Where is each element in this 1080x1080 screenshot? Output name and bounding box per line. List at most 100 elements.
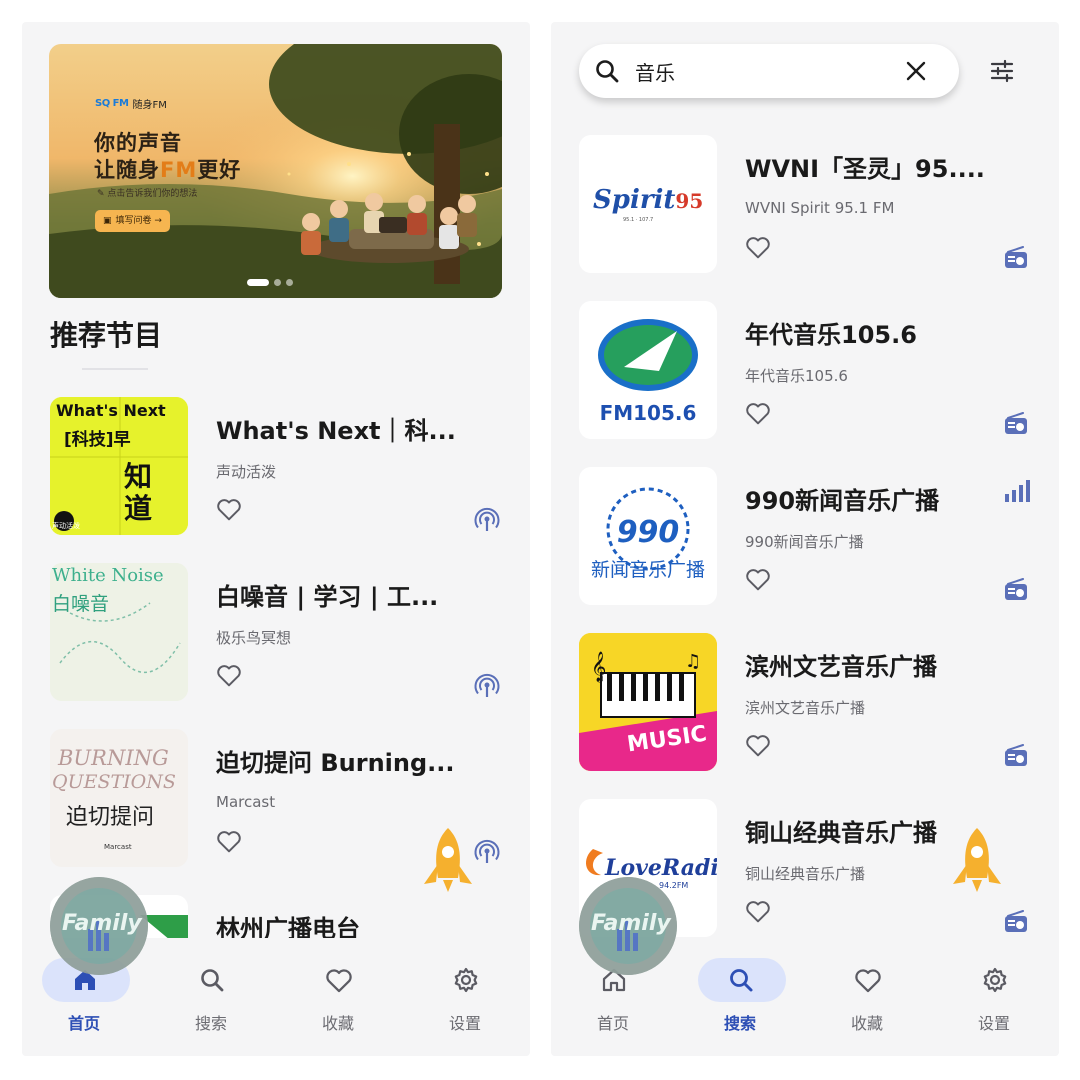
heart-icon: [217, 831, 241, 853]
cover-text: 新闻音乐广播: [590, 559, 705, 581]
podcast-icon: [474, 507, 500, 531]
banner-subtitle: ✎ 点击告诉我们你的想法: [97, 186, 197, 199]
cover-text: [科技]早: [64, 430, 131, 450]
cover-badge: 声动活泼: [52, 522, 80, 530]
radio-icon: [1005, 910, 1027, 932]
svg-text:𝄞: 𝄞: [591, 651, 606, 683]
nav-label: 首页: [596, 1014, 629, 1033]
section-divider: [82, 368, 148, 370]
item-title: 白噪音 | 学习 | 工...: [216, 583, 439, 611]
podcast-icon: [474, 673, 500, 697]
list-item[interactable]: 990 新闻音乐广播 990新闻音乐广播 990新闻音乐广播: [579, 467, 1039, 607]
svg-text:♫: ♫: [685, 651, 701, 672]
nav-favorites[interactable]: 收藏: [288, 952, 388, 1042]
favorite-button[interactable]: [741, 895, 775, 927]
item-title: What's Next｜科...: [216, 417, 456, 445]
carousel-dot[interactable]: [286, 279, 293, 286]
heart-icon: [217, 665, 241, 687]
carousel-dot-active[interactable]: [247, 279, 269, 286]
nav-search[interactable]: 搜索: [690, 952, 790, 1042]
nav-label: 设置: [977, 1014, 1010, 1033]
favorite-button[interactable]: [212, 825, 246, 857]
carousel-indicator[interactable]: [247, 279, 293, 286]
station-cover: Spirit95 95.1 · 107.7: [579, 135, 717, 273]
rocket-icon[interactable]: [947, 826, 1007, 896]
list-item[interactable]: 𝄞 ♫ MUSIC 滨州文艺音乐广播 滨州文艺音乐广播: [579, 633, 1039, 773]
cover-text: FM105.6: [599, 401, 697, 425]
avatar-text: Family: [591, 911, 671, 936]
rocket-icon[interactable]: [418, 826, 478, 896]
cover-text: Spirit95: [593, 185, 703, 215]
favorite-button[interactable]: [212, 493, 246, 525]
cover-text: QUESTIONS: [52, 771, 176, 793]
item-subtitle: 滨州文艺音乐广播: [745, 699, 866, 717]
survey-button[interactable]: ▣ 填写问卷 →: [95, 210, 170, 232]
search-bar[interactable]: [579, 44, 959, 98]
favorite-button[interactable]: [741, 231, 775, 263]
pen-icon: ✎: [97, 189, 105, 199]
item-subtitle: WVNI Spirit 95.1 FM: [745, 199, 895, 217]
banner-title-highlight: FM: [160, 158, 198, 182]
banner-title-line2: 让随身FM更好: [94, 157, 241, 184]
cover-text: What's Next: [56, 401, 166, 420]
nav-settings[interactable]: 设置: [415, 952, 515, 1042]
carousel-dot[interactable]: [274, 279, 281, 286]
nav-label: 搜索: [194, 1014, 227, 1033]
banner-subtitle-text: 点击告诉我们你的想法: [107, 189, 198, 199]
item-title: 迫切提问 Burning...: [216, 749, 455, 777]
promo-banner[interactable]: SQ FM 随身FM 你的声音 让随身FM更好 ✎ 点击告诉我们你的想法 ▣ 填…: [49, 44, 502, 298]
item-title: 年代音乐105.6: [745, 321, 917, 349]
search-icon: [596, 60, 619, 83]
list-item[interactable]: White Noise 白噪音 白噪音 | 学习 | 工... 极乐鸟冥想: [50, 563, 510, 703]
gear-icon: [983, 967, 1007, 993]
heart-icon: [746, 901, 770, 923]
mini-player-avatar[interactable]: Family: [579, 877, 677, 975]
station-cover: FM105.6: [579, 301, 717, 439]
favorite-button[interactable]: [741, 729, 775, 761]
item-title: 990新闻音乐广播: [745, 487, 940, 515]
banner-title-post: 更好: [197, 158, 242, 182]
nav-settings[interactable]: 设置: [944, 952, 1044, 1042]
radio-icon: [1005, 744, 1027, 766]
cover-text: 迫切提问: [66, 805, 155, 830]
cover-text: White Noise: [52, 565, 164, 586]
item-subtitle: 声动活泼: [216, 463, 277, 481]
cover-text-main: Spirit: [593, 185, 676, 215]
section-title: 推荐节目: [50, 319, 163, 352]
podcast-cover: White Noise 白噪音: [50, 563, 188, 701]
cover-text-number: 95: [675, 189, 704, 213]
search-screen: Spirit95 95.1 · 107.7 WVNI「圣灵」95.... WVN…: [551, 22, 1059, 1056]
sqfm-logo-mark: SQ FM: [95, 98, 129, 109]
favorite-button[interactable]: [212, 659, 246, 691]
nav-search[interactable]: 搜索: [161, 952, 261, 1042]
heart-icon: [217, 499, 241, 521]
cover-text: 知道: [124, 460, 153, 525]
now-playing-icon: [1005, 480, 1030, 502]
cover-text-small: 94.2FM: [659, 881, 689, 890]
station-cover: 𝄞 ♫ MUSIC: [579, 633, 717, 771]
sqfm-logo-name: 随身FM: [132, 100, 167, 111]
clear-search-icon[interactable]: [905, 60, 927, 82]
radio-icon: [1005, 578, 1027, 600]
survey-button-label: 填写问卷 →: [115, 216, 162, 226]
list-item[interactable]: What's Next [科技]早 知道 声动活泼 What's Next｜科.…: [50, 397, 510, 537]
nav-favorites[interactable]: 收藏: [817, 952, 917, 1042]
list-item[interactable]: Spirit95 95.1 · 107.7 WVNI「圣灵」95.... WVN…: [579, 135, 1039, 275]
search-input[interactable]: [635, 56, 895, 86]
item-subtitle: 极乐鸟冥想: [216, 629, 292, 647]
favorite-button[interactable]: [741, 563, 775, 595]
list-item[interactable]: FM105.6 年代音乐105.6 年代音乐105.6: [579, 301, 1039, 441]
radio-icon: [1005, 412, 1027, 434]
nav-label: 收藏: [850, 1014, 883, 1033]
favorite-button[interactable]: [741, 397, 775, 429]
gear-icon: [454, 967, 478, 993]
podcast-cover: BURNING QUESTIONS 迫切提问 Marcast: [50, 729, 188, 867]
nav-label: 收藏: [321, 1014, 354, 1033]
mini-player-avatar[interactable]: Family: [50, 877, 148, 975]
heart-icon: [746, 569, 770, 591]
station-cover: 990 新闻音乐广播: [579, 467, 717, 605]
item-title: 铜山经典音乐广播: [745, 819, 937, 847]
filter-icon[interactable]: [987, 56, 1017, 86]
item-title: WVNI「圣灵」95....: [745, 155, 985, 183]
heart-icon: [746, 403, 770, 425]
